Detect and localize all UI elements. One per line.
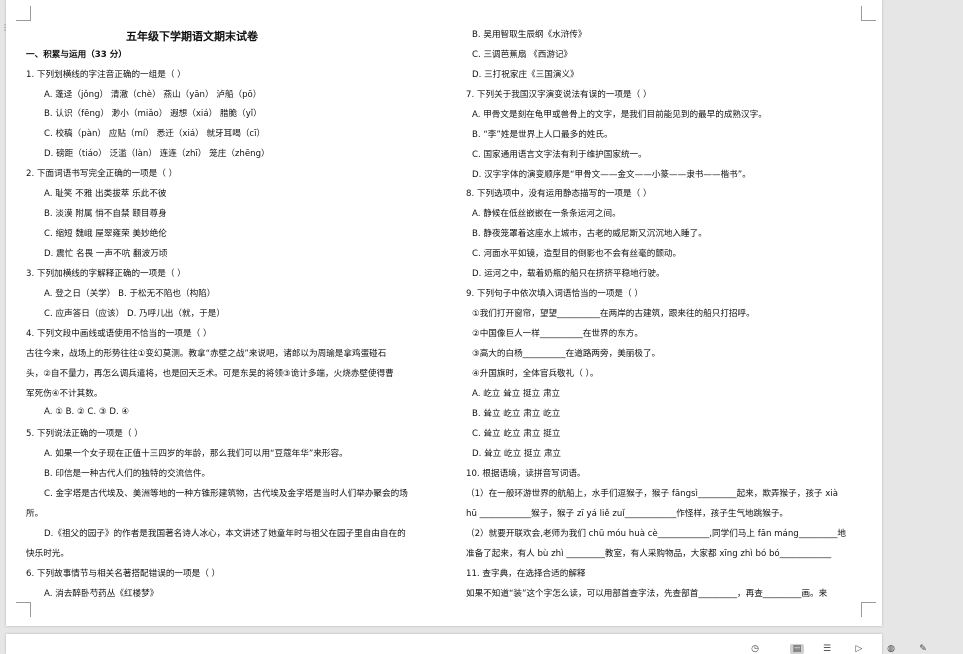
question-line: 6. 下列故事情节与相关名著搭配错误的一项是（ ） <box>26 569 221 579</box>
question-line: 2. 下面词语书写完全正确的一项是（ ） <box>26 169 178 179</box>
option-line: 快乐时光。 <box>26 549 69 559</box>
option-line: A. 屹立 耸立 挺立 肃立 <box>472 389 561 399</box>
document-page: 五年级下学期语文期末试卷 一、积累与运用（33 分） 1. 下列划横线的字注音正… <box>6 0 882 626</box>
margin-corner-bottom-right <box>861 602 876 617</box>
option-line: A. 静候在低丝嵌嵌在一条条运河之间。 <box>472 209 621 219</box>
option-line: B. 静夜笼罩着这座水上城市，古老的威尼斯又沉沉地入睡了。 <box>472 229 707 239</box>
question-line: 8. 下列选项中，没有运用静态描写的一项是（ ） <box>466 189 652 199</box>
question-line: 1. 下列划横线的字注音正确的一组是（ ） <box>26 70 186 80</box>
option-line: B. 认识（fēng） 渺小（miǎo） 遐想（xiá） 腊脆（yǐ） <box>44 109 262 119</box>
option-line: A. 登之日（关学） B. 于松无不陷也（构陷） <box>44 289 216 299</box>
option-line: C. 应声答日（应该） D. 乃呼儿出（就，于是） <box>44 309 225 319</box>
passage-line: （1）在一般环游世界的航船上，水手们逗猴子，猴子 fāngsì_________… <box>466 489 838 499</box>
margin-corner-bottom-left <box>16 602 31 617</box>
blank-sentence: ③高大的白杨__________在道路两旁，美丽极了。 <box>472 349 661 359</box>
option-line: D. 汉字字体的演变顺序是“甲骨文——金文——小篆——隶书——楷书”。 <box>472 170 751 180</box>
option-line: D. 震忙 名畏 一声不吭 翻波万顷 <box>44 249 168 259</box>
passage-line: （2）就要开联欢会,老师为我们 chū móu huà cè__________… <box>466 529 846 539</box>
question-line: 9. 下列句子中依次填入词语恰当的一项是（ ） <box>466 289 643 299</box>
option-line: C. 河面水平如镜，造型目的倒影也不会有丝毫的颤动。 <box>472 249 682 259</box>
margin-corner-top-right <box>861 6 876 21</box>
option-line: B. 淡漠 附属 悄不自禁 颐目尊身 <box>44 209 167 219</box>
option-line: D.《祖父的园子》的作者是我国著名诗人冰心，本文讲述了她童年时与祖父在园子里自由… <box>44 529 406 539</box>
drag-handle-icon[interactable]: ⋮ <box>1 24 9 32</box>
document-title: 五年级下学期语文期末试卷 <box>126 30 258 43</box>
option-line: A. 耻笑 不雅 出类拔萃 乐此不彼 <box>44 189 167 199</box>
option-line: A. 消去醉卧芍药丛《红楼梦》 <box>44 589 159 599</box>
option-line: 所。 <box>26 509 44 519</box>
option-line: C. 校稿（pàn） 应贴（mí） 悉迁（xiá） 就牙耳喝（cī） <box>44 129 266 139</box>
globe-icon[interactable]: ◍ <box>884 644 898 654</box>
option-line: D. 三打祝家庄《三国演义》 <box>472 70 579 80</box>
read-mode-icon[interactable]: ▷ <box>852 644 866 654</box>
question-line: 7. 下列关于我国汉字演变说法有误的一项是（ ） <box>466 90 652 100</box>
blank-sentence: ④升国旗时，全体官兵敬礼（ ）。 <box>472 369 599 379</box>
passage-line: 古往今来，战场上的形势往往①变幻莫测。教拿“赤壁之战”来说吧，诸郎以为周瑜是拿鸡… <box>26 349 387 359</box>
pen-icon[interactable]: ✎ <box>916 644 930 654</box>
outline-icon[interactable]: ☰ <box>820 644 834 654</box>
option-line: C. 国家通用语言文字法有利于维护国家统一。 <box>472 150 647 160</box>
question-line: 11. 查字典，在选择合适的解释 <box>466 569 586 579</box>
option-line: D. 磅距（tiáo） 泛滥（làn） 连连（zhī） 笼庄（zhēng） <box>44 149 270 159</box>
question-line: 10. 根据语境，读拼音写词语。 <box>466 469 586 479</box>
blank-sentence: ②中国像巨人一样__________在世界的东方。 <box>472 329 643 339</box>
option-line: A. 甲骨文是刻在龟甲或兽骨上的文字，是我们目前能见到的最早的成熟汉字。 <box>472 110 767 120</box>
passage-line: 准备了起来，有人 bù zhì _________教室，有人采购物品，大家都 x… <box>466 549 832 559</box>
option-line: C. 耸立 屹立 肃立 挺立 <box>472 429 561 439</box>
option-line: A. 蓬迳（jǒng） 清澈（chè） 燕山（yān） 泸船（pō） <box>44 90 262 100</box>
option-line: D. 运河之中，载着奶瓶的船只在挤挤平稳地行驶。 <box>472 269 665 279</box>
option-line: A. 如果一个女子现在正值十三四岁的年龄，那么我们可以用“豆蔻年华”来形容。 <box>44 449 348 459</box>
question-line: 5. 下列说法正确的一项是（ ） <box>26 429 143 439</box>
option-line: C. 缩短 魏峨 屋翠雍荣 美妙绝伦 <box>44 229 167 239</box>
passage-line: 头，②自不量力，再怎么调兵遣将，也是回天乏术。可是东吴的将领③诡计多端，火烧赤壁… <box>26 369 394 379</box>
question-line: 4. 下列文段中画线或语使用不恰当的一项是（ ） <box>26 329 212 339</box>
option-line: A. ① B. ② C. ③ D. ④ <box>44 407 130 417</box>
section-heading: 一、积累与运用（33 分） <box>26 50 127 60</box>
option-line: B. “李”姓是世界上人口最多的姓氏。 <box>472 130 613 140</box>
passage-line: 如果不知道“装”这个字怎么读，可以用部首查字法，先查部首_________，再查… <box>466 589 828 599</box>
margin-corner-top-left <box>16 6 31 21</box>
option-line: C. 三调芭蕉扇 《西游记》 <box>472 50 573 60</box>
option-line: B. 耸立 屹立 肃立 屹立 <box>472 409 561 419</box>
blank-sentence: ①我们打开窗帘，望望__________在两岸的古建筑，跟来往的船只打招呼。 <box>472 309 755 319</box>
web-layout-icon[interactable]: ◷ <box>748 644 762 654</box>
option-line: B. 吴用智取生辰纲《水浒传》 <box>472 30 587 40</box>
print-layout-icon[interactable]: ▤ <box>790 644 804 654</box>
question-line: 3. 下列加横线的字解释正确的一项是（ ） <box>26 269 186 279</box>
option-line: D. 耸立 屹立 挺立 肃立 <box>472 449 562 459</box>
option-line: C. 金字塔是古代埃及、美洲等地的一种方锥形建筑物，古代埃及金字塔是当时人们举办… <box>44 489 408 499</box>
status-bar: ◷ ▤ ☰ ▷ ◍ ✎ <box>720 644 963 654</box>
passage-line: hū ____________猴子，猴子 zī yá liě zuǐ______… <box>466 509 789 519</box>
passage-line: 军死伤④不计其数。 <box>26 389 103 399</box>
option-line: B. 印信是一种古代人们的独特的交流信件。 <box>44 469 211 479</box>
